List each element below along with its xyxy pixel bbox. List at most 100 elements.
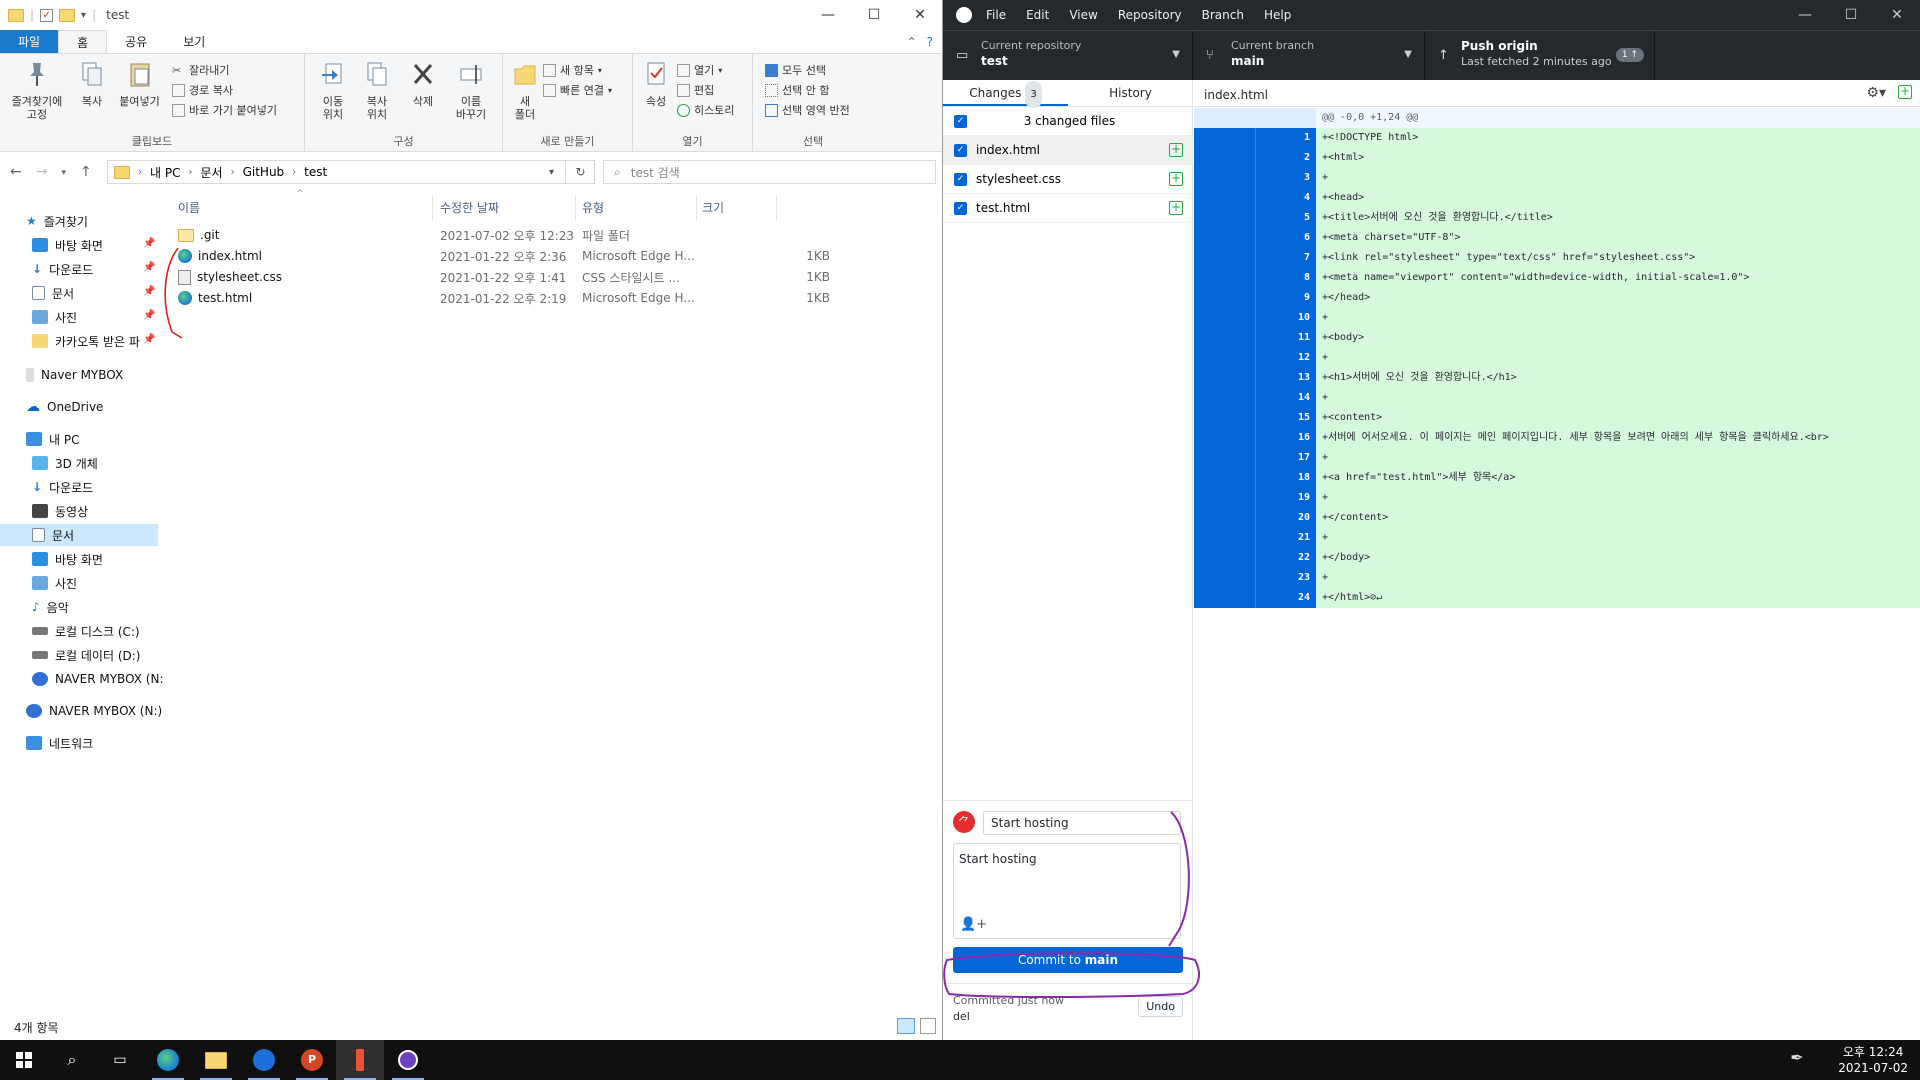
close-button[interactable]: ✕	[897, 0, 942, 30]
column-header-type[interactable]: 유형	[582, 199, 604, 216]
push-origin-button[interactable]: ↑ Push origin Last fetched 2 minutes ago…	[1425, 31, 1655, 81]
breadcrumb-this-pc[interactable]: 내 PC	[150, 164, 180, 181]
invert-selection-button[interactable]: 선택 영역 반전	[765, 102, 850, 118]
nav-3d-objects[interactable]: 3D 개체	[32, 452, 98, 474]
gear-icon[interactable]: ⚙▾	[1866, 85, 1886, 101]
nav-this-pc[interactable]: 내 PC	[26, 428, 79, 450]
changed-file-row[interactable]: ✓ index.html +	[943, 136, 1193, 165]
properties-icon[interactable]: ✓	[40, 8, 54, 22]
tab-home[interactable]: 홈	[58, 30, 108, 53]
address-bar[interactable]: › 내 PC › 문서 › GitHub › test ▾	[107, 160, 595, 184]
nav-onedrive[interactable]: ☁ OneDrive	[26, 396, 103, 418]
breadcrumb-documents[interactable]: 문서	[200, 164, 222, 181]
move-to-button[interactable]: 이동 위치	[313, 60, 353, 121]
file-checkbox[interactable]: ✓	[954, 172, 967, 186]
file-checkbox[interactable]: ✓	[954, 201, 967, 215]
history-button[interactable]: 히스토리	[677, 102, 734, 118]
nav-pictures[interactable]: 사진	[32, 572, 77, 594]
menu-branch[interactable]: Branch	[1202, 8, 1244, 22]
menu-file[interactable]: File	[986, 8, 1006, 22]
commit-description-input[interactable]: Start hosting 👤+	[953, 843, 1181, 939]
properties-button[interactable]: 속성	[639, 60, 673, 108]
up-icon[interactable]: ↑	[80, 164, 92, 182]
nav-naver-mybox-n[interactable]: NAVER MYBOX (N:	[32, 668, 163, 690]
new-folder-button[interactable]: 새 폴더	[507, 60, 543, 121]
breadcrumb-test[interactable]: test	[304, 165, 327, 179]
select-all-checkbox[interactable]: ✓	[954, 114, 967, 128]
paste-button[interactable]: 붙여넣기	[112, 60, 167, 108]
select-all-changes-row[interactable]: ✓ 3 changed files	[943, 107, 1193, 136]
changed-file-row[interactable]: ✓ stylesheet.css +	[943, 165, 1193, 194]
cut-button[interactable]: ✂ 잘라내기	[172, 62, 229, 78]
details-view-icon[interactable]	[897, 1018, 915, 1034]
nav-pinned-desktop[interactable]: 바탕 화면	[32, 234, 103, 256]
changed-file-row[interactable]: ✓ test.html +	[943, 194, 1193, 223]
paste-shortcut-button[interactable]: 바로 가기 붙여넣기	[172, 102, 277, 118]
maximize-button[interactable]: ☐	[851, 0, 897, 30]
search-button[interactable]: ⌕	[48, 1040, 96, 1080]
current-repository-button[interactable]: ▭ Current repository test ▼	[943, 31, 1193, 81]
column-header-name[interactable]: 이름	[178, 199, 200, 216]
customize-qa-icon[interactable]: ▾	[81, 10, 86, 21]
nav-pinned-kakao[interactable]: 카카오톡 받은 파	[32, 330, 140, 352]
easy-access-button[interactable]: 빠른 연결 ▾	[543, 82, 612, 98]
file-row[interactable]: test.html 2021-01-22 오후 2:19 Microsoft E…	[170, 288, 830, 308]
undo-button[interactable]: Undo	[1138, 996, 1183, 1017]
refresh-icon[interactable]: ↻	[565, 160, 595, 184]
help-icon[interactable]: ?	[927, 35, 933, 49]
copy-path-button[interactable]: 경로 복사	[172, 82, 233, 98]
new-folder-icon[interactable]	[59, 8, 76, 22]
taskbar-powerpoint[interactable]: P	[288, 1040, 336, 1080]
nav-music[interactable]: ♪ 음악	[32, 596, 69, 618]
file-checkbox[interactable]: ✓	[954, 143, 967, 157]
nav-documents[interactable]: 문서	[0, 524, 158, 546]
nav-naver-mybox[interactable]: Naver MYBOX	[26, 364, 123, 386]
gh-maximize-button[interactable]: ☐	[1828, 0, 1874, 30]
file-row[interactable]: index.html 2021-01-22 오후 2:36 Microsoft …	[170, 246, 830, 266]
pen-icon[interactable]: ✒	[1790, 1050, 1803, 1066]
nav-network[interactable]: 네트워크	[26, 732, 93, 754]
taskbar-app-blue[interactable]	[240, 1040, 288, 1080]
taskbar-git-app[interactable]	[336, 1040, 384, 1080]
file-row[interactable]: stylesheet.css 2021-01-22 오후 1:41 CSS 스타…	[170, 267, 830, 287]
forward-icon[interactable]: →	[36, 164, 48, 182]
large-icons-view-icon[interactable]	[920, 1018, 936, 1034]
nav-pinned-pictures[interactable]: 사진	[32, 306, 77, 328]
nav-pinned-downloads[interactable]: ↓ 다운로드	[32, 258, 93, 280]
tab-share[interactable]: 공유	[107, 30, 165, 53]
current-branch-button[interactable]: ⑂ Current branch main ▼	[1193, 31, 1425, 81]
nav-pinned-documents[interactable]: 문서	[32, 282, 74, 304]
gh-close-button[interactable]: ✕	[1874, 0, 1920, 30]
add-coauthor-icon[interactable]: 👤+	[960, 917, 987, 932]
open-button[interactable]: 열기 ▾	[677, 62, 722, 78]
nav-desktop[interactable]: 바탕 화면	[32, 548, 103, 570]
commit-button[interactable]: Commit to main	[953, 947, 1183, 973]
taskbar-github-desktop[interactable]	[384, 1040, 432, 1080]
minimize-button[interactable]: —	[805, 0, 851, 30]
select-none-button[interactable]: 선택 안 함	[765, 82, 829, 98]
recent-locations-icon[interactable]: ▾	[61, 164, 66, 182]
nav-local-data-d[interactable]: 로컬 데이터 (D:)	[32, 644, 140, 666]
back-icon[interactable]: ←	[10, 164, 22, 182]
tab-changes[interactable]: Changes 3	[943, 80, 1068, 108]
tab-history[interactable]: History	[1068, 80, 1193, 106]
task-view-button[interactable]: ▭	[96, 1040, 144, 1080]
clock-date[interactable]: 2021-07-02	[1838, 1060, 1908, 1076]
delete-button[interactable]: 삭제	[403, 60, 443, 108]
file-row[interactable]: .git 2021-07-02 오후 12:23 파일 폴더	[170, 225, 770, 245]
tab-view[interactable]: 보기	[165, 30, 223, 53]
address-dropdown-icon[interactable]: ▾	[549, 167, 554, 178]
menu-help[interactable]: Help	[1264, 8, 1291, 22]
clock-time[interactable]: 오후 12:24	[1838, 1044, 1908, 1060]
rename-button[interactable]: 이름 바꾸기	[447, 60, 495, 121]
menu-edit[interactable]: Edit	[1026, 8, 1049, 22]
breadcrumb-github[interactable]: GitHub	[243, 165, 285, 179]
menu-repository[interactable]: Repository	[1118, 8, 1182, 22]
nav-videos[interactable]: 동영상	[32, 500, 88, 522]
menu-view[interactable]: View	[1069, 8, 1097, 22]
column-header-size[interactable]: 크기	[702, 199, 724, 216]
start-button[interactable]	[0, 1040, 48, 1080]
collapse-ribbon-icon[interactable]: ⌃	[907, 35, 917, 49]
column-header-modified[interactable]: 수정한 날짜	[440, 199, 499, 216]
nav-local-disk-c[interactable]: 로컬 디스크 (C:)	[32, 620, 140, 642]
